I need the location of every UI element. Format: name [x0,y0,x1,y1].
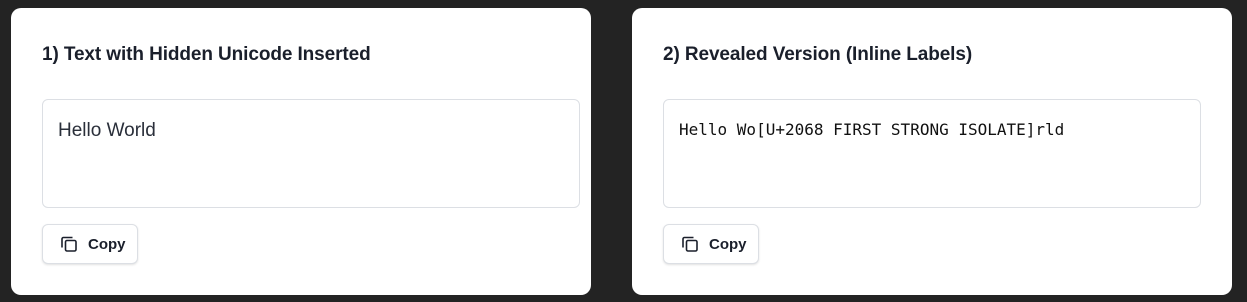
copy-button[interactable]: Copy [42,224,138,264]
panel-title: 1) Text with Hidden Unicode Inserted [42,44,371,65]
hidden-unicode-panel: 1) Text with Hidden Unicode Inserted Hel… [11,8,591,295]
copy-button-label: Copy [88,235,126,253]
revealed-text-content: Hello Wo[U+2068 FIRST STRONG ISOLATE]rld [679,120,1065,139]
panel-title: 2) Revealed Version (Inline Labels) [663,44,973,65]
copy-icon [680,234,700,254]
revealed-text-box[interactable]: Hello Wo[U+2068 FIRST STRONG ISOLATE]rld [663,99,1201,208]
copy-icon [59,234,79,254]
revealed-version-panel: 2) Revealed Version (Inline Labels) Hell… [632,8,1232,295]
hidden-text-content: Hello World [58,120,156,141]
copy-button[interactable]: Copy [663,224,759,264]
hidden-text-box[interactable]: Hello World [42,99,580,208]
copy-button-label: Copy [709,235,747,253]
